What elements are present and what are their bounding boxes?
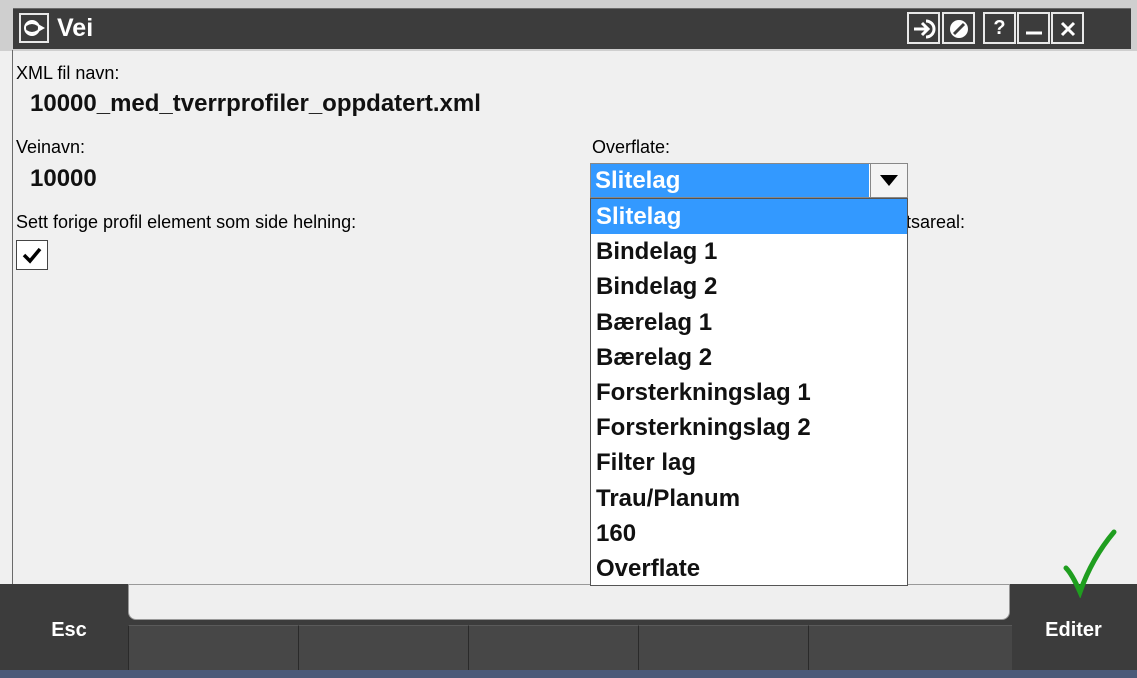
dropdown-option[interactable]: Bærelag 1	[591, 305, 907, 340]
minimize-icon	[1019, 18, 1048, 40]
veinavn-label: Veinavn:	[16, 137, 86, 157]
hidden-field-label: tsareal:	[906, 212, 966, 232]
sett-profil-label: Sett forige profil element som side heln…	[16, 212, 357, 232]
vei-window: Vei ? XML fil navn: 10000_med_tverrprofi…	[0, 0, 1137, 678]
chevron-down-icon	[871, 175, 907, 186]
status-input-bar	[128, 584, 1010, 620]
trimble-globe-icon[interactable]	[19, 13, 49, 43]
left-border	[12, 50, 13, 585]
close-icon	[1053, 18, 1082, 40]
taskbar-strip	[0, 670, 1137, 678]
dropdown-option[interactable]: Filter lag	[591, 445, 907, 480]
dropdown-option[interactable]: Overflate	[591, 551, 907, 586]
title-bar: Vei ?	[0, 0, 1137, 51]
softkey-5[interactable]	[808, 625, 1012, 670]
xml-file-label: XML fil navn:	[16, 63, 120, 83]
overflate-selected-value[interactable]: Slitelag	[591, 164, 869, 197]
dropdown-option[interactable]: Bindelag 1	[591, 234, 907, 269]
xml-file-value: 10000_med_tverrprofiler_oppdatert.xml	[30, 90, 481, 117]
softkey-1[interactable]	[128, 625, 298, 670]
dropdown-option[interactable]: Forsterkningslag 1	[591, 375, 907, 410]
dropdown-option[interactable]: 160	[591, 516, 907, 551]
overflate-select[interactable]: Slitelag	[590, 163, 908, 198]
dropdown-toggle[interactable]	[870, 164, 907, 197]
help-icon: ?	[993, 17, 1006, 39]
esc-button[interactable]: Esc	[13, 588, 125, 672]
softkey-2[interactable]	[298, 625, 468, 670]
dropdown-option[interactable]: Forsterkningslag 2	[591, 410, 907, 445]
no-entry-icon	[944, 18, 973, 40]
window-title: Vei	[57, 14, 94, 42]
minimize-button[interactable]	[1017, 12, 1050, 44]
dropdown-option[interactable]: Slitelag	[591, 199, 907, 235]
login-button[interactable]	[907, 12, 940, 44]
close-button[interactable]	[1051, 12, 1084, 44]
softkey-4[interactable]	[638, 625, 808, 670]
title-bar-inner: Vei ?	[13, 8, 1131, 49]
arrow-right-icon	[909, 18, 938, 40]
overflate-label: Overflate:	[592, 137, 671, 157]
dropdown-option[interactable]: Bindelag 2	[591, 269, 907, 304]
dropdown-option[interactable]: Bærelag 2	[591, 340, 907, 375]
green-check-icon	[1060, 528, 1120, 603]
dropdown-option[interactable]: Trau/Planum	[591, 481, 907, 516]
veinavn-value: 10000	[30, 165, 97, 192]
checkmark-icon	[17, 246, 47, 264]
status-button[interactable]	[942, 12, 975, 44]
help-button[interactable]: ?	[983, 12, 1016, 44]
softkey-3[interactable]	[468, 625, 638, 670]
sett-profil-checkbox[interactable]	[16, 240, 48, 270]
overflate-dropdown-list: Slitelag Bindelag 1 Bindelag 2 Bærelag 1 Bær…	[590, 198, 908, 586]
